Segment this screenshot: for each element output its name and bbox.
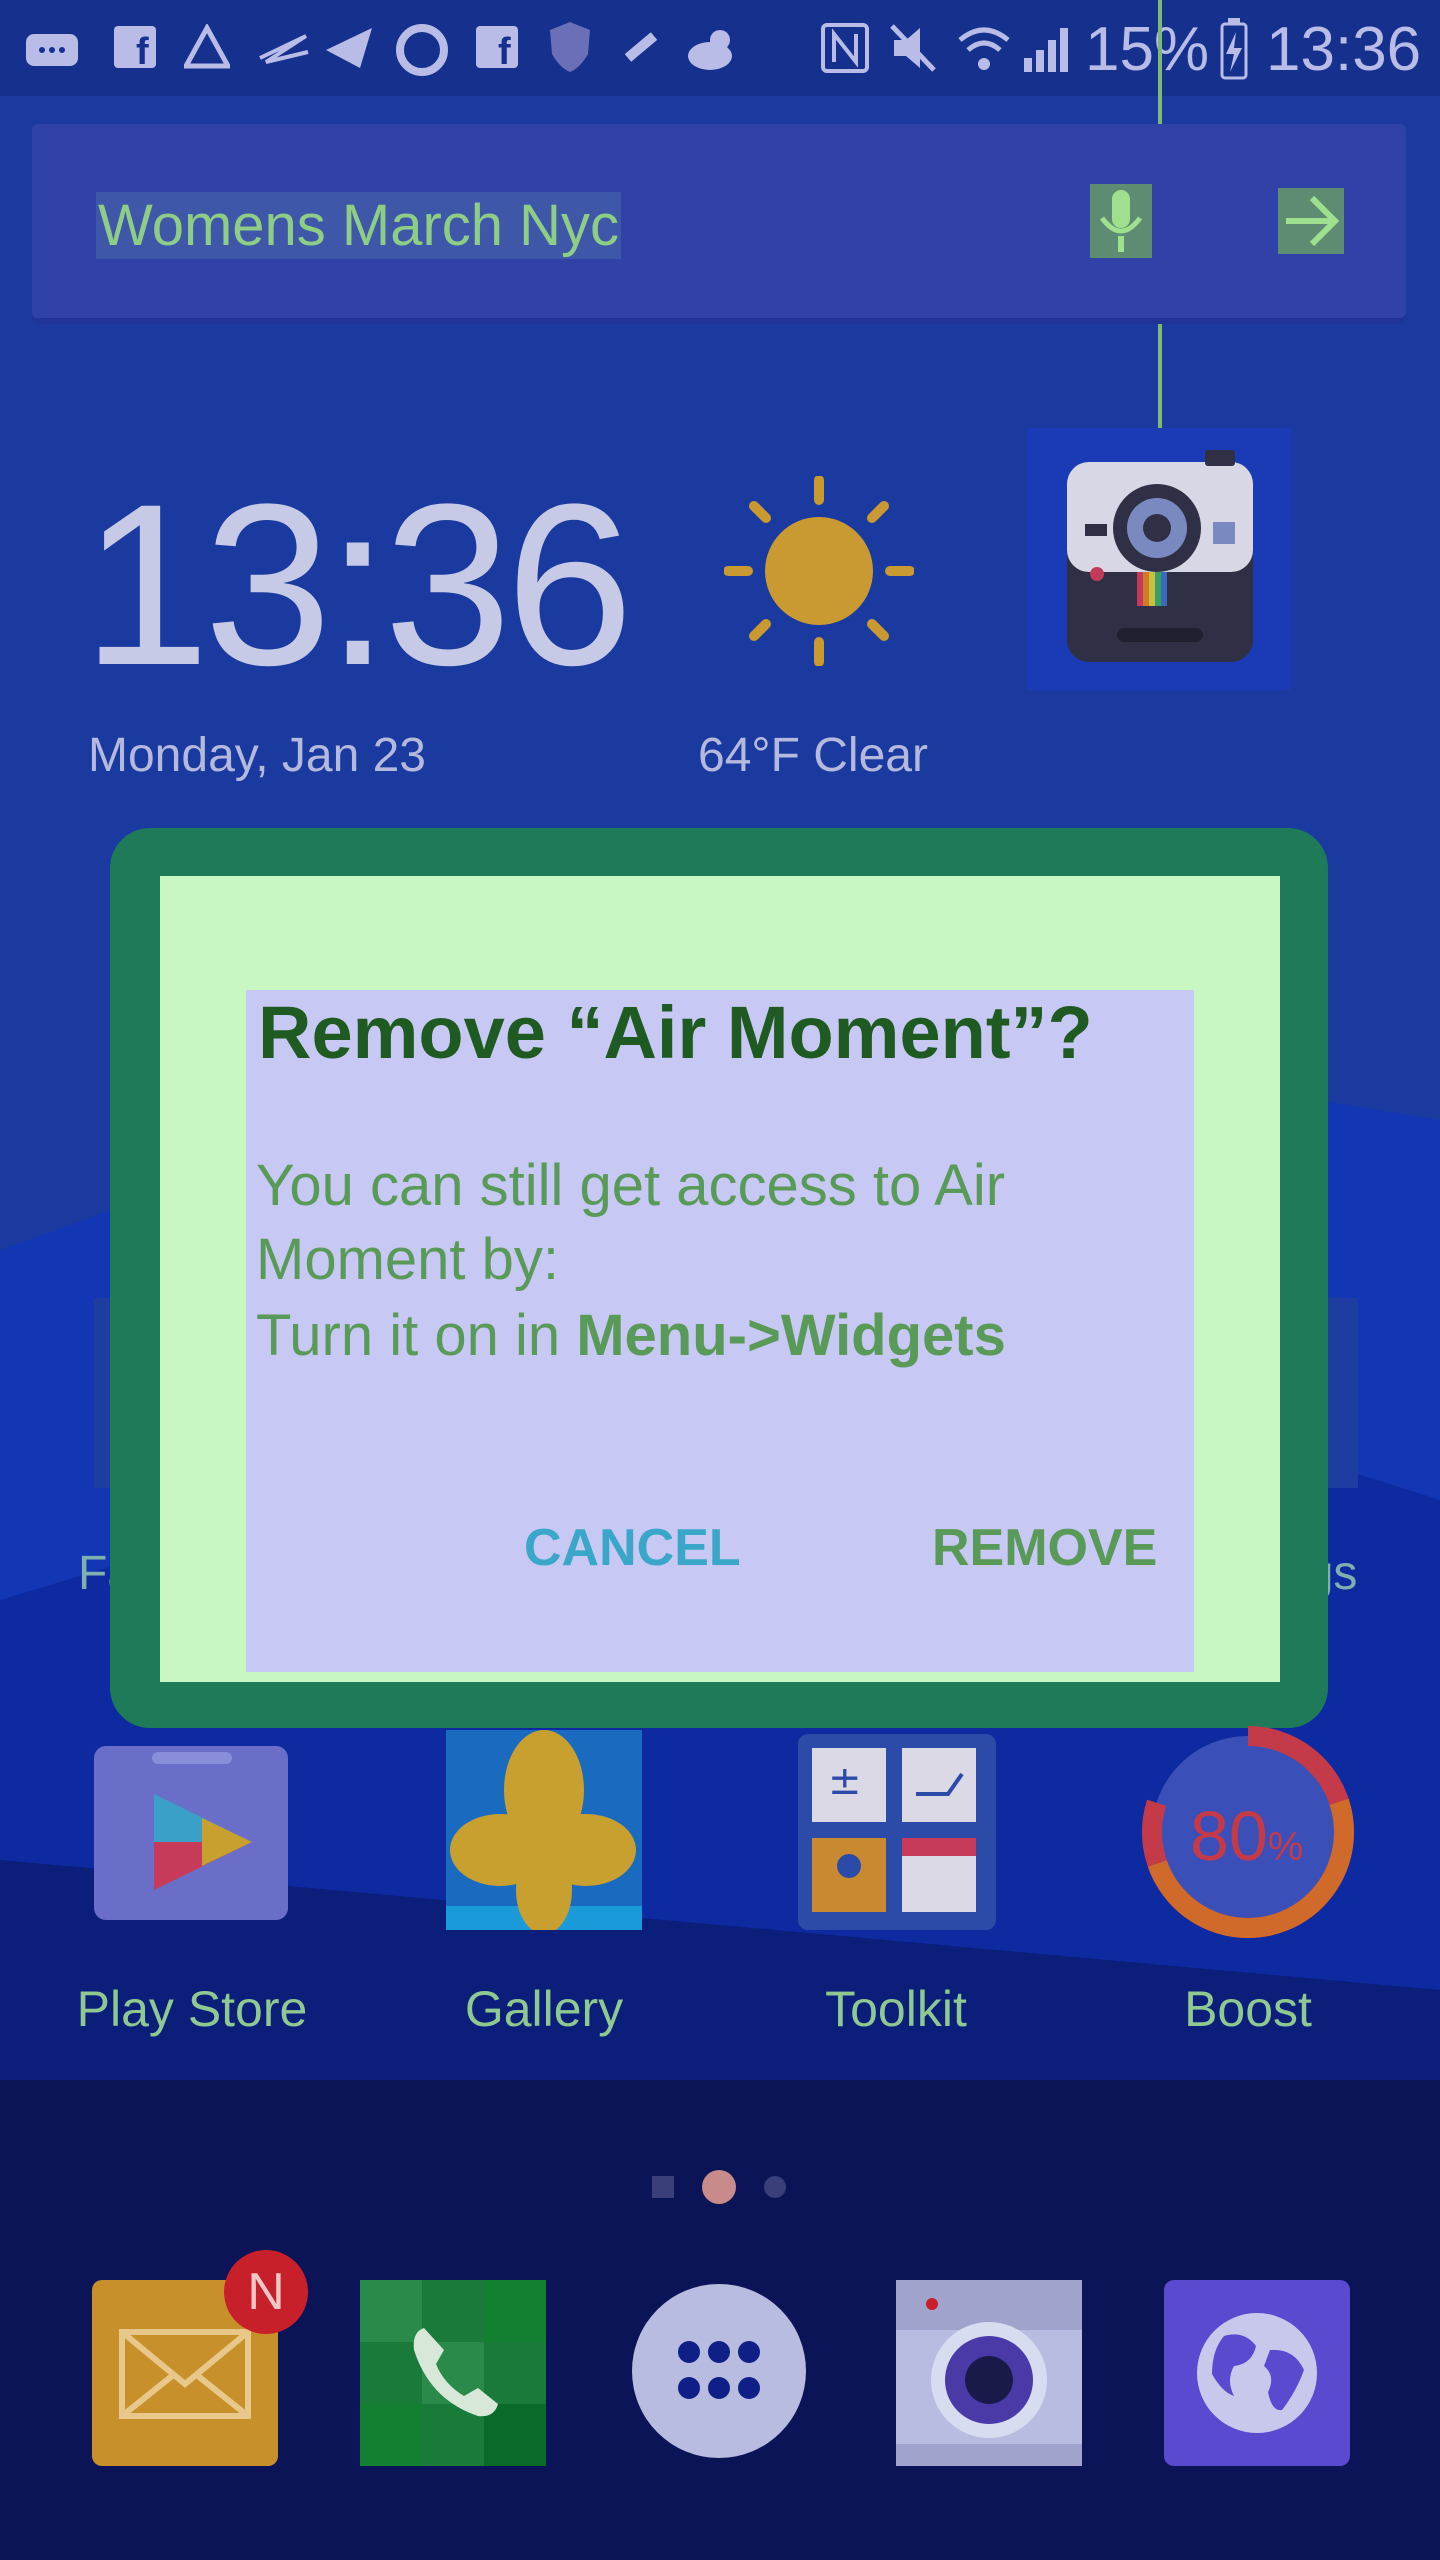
tool-icon [624,32,658,62]
app-boost[interactable]: 80% [1142,1726,1354,1938]
svg-text:f: f [136,31,149,70]
dialog-message-line1: You can still get access to Air [256,1153,1006,1218]
clock-date: Monday, Jan 23 [88,729,426,782]
mute-icon [890,24,936,72]
boost-unit: % [1267,1825,1304,1869]
dialog-title: Remove “Air Moment”? [258,991,1093,1074]
cancel-button[interactable]: CANCEL [524,1518,741,1578]
app-label-gallery: Gallery [464,1981,624,2037]
dock-browser[interactable] [1164,2280,1350,2466]
pager-home-indicator[interactable] [652,2176,674,2198]
apps-drawer-icon [678,2341,760,2399]
dock-camera[interactable] [896,2280,1082,2466]
remove-button[interactable]: REMOVE [932,1518,1157,1578]
weather-icon [688,30,732,70]
wifi-icon [958,27,1010,70]
gallery-icon [446,1730,642,1934]
clock-time[interactable]: 13:36 [82,470,634,700]
app-label-boost: Boost [1184,1981,1312,2037]
camera-icon [1067,450,1253,662]
warning-icon [184,24,230,69]
app-label-toolkit: Toolkit [825,1981,967,2037]
sun-icon [724,476,914,666]
svg-text:f: f [498,31,511,70]
dock-apps-drawer[interactable] [632,2284,806,2458]
battery-icon [1220,18,1248,80]
dialog-content: Remove “Air Moment”? You can still get a… [246,990,1194,1672]
weather-text: 64°F Clear [698,729,928,782]
circle-icon [396,24,448,76]
status-time: 13:36 [1266,15,1422,84]
dialog-message-prefix: Turn it on in [256,1303,577,1368]
browser-icon [1197,2313,1317,2433]
pager-dot[interactable] [764,2176,786,2198]
dock-phone[interactable] [360,2280,546,2466]
mic-icon[interactable] [1090,184,1152,258]
status-bar: f f 15% 13:36 [0,0,1440,96]
nfc-icon [821,23,869,73]
app-toolkit[interactable]: ± [798,1734,996,1930]
arrow-right-icon[interactable] [1278,188,1344,254]
app-play-store[interactable] [92,1738,290,1924]
dialog-message-line2: Moment by: [256,1227,559,1292]
search-bar[interactable]: Womens March Nyc [32,124,1406,318]
play-store-icon [94,1746,288,1920]
dialog-message-line3: Turn it on in Menu->Widgets [256,1302,1006,1369]
air-moment-widget[interactable] [1027,428,1291,690]
battery-percent: 15% [1085,15,1210,84]
svg-text:±: ± [828,1758,862,1804]
facebook-icon: f [476,26,518,70]
zigzag-icon [259,34,309,64]
camera-icon [896,2280,1082,2466]
boost-number: 80 [1190,1797,1268,1875]
phone-icon [360,2280,546,2466]
facebook-icon: f [114,26,156,70]
signal-icon [1024,28,1068,72]
notification-badge: N [224,2250,308,2334]
app-label-play-store: Play Store [76,1981,308,2037]
toolkit-icon: ± [798,1734,996,1930]
dialog-message-path: Menu->Widgets [576,1303,1006,1368]
boost-value: 80% [1190,1796,1303,1876]
shield-icon [550,22,590,72]
pager-dot-active[interactable] [702,2170,736,2204]
paper-plane-icon [326,28,372,68]
message-icon [26,34,78,66]
app-gallery[interactable] [446,1730,642,1934]
search-input[interactable]: Womens March Nyc [96,192,622,259]
